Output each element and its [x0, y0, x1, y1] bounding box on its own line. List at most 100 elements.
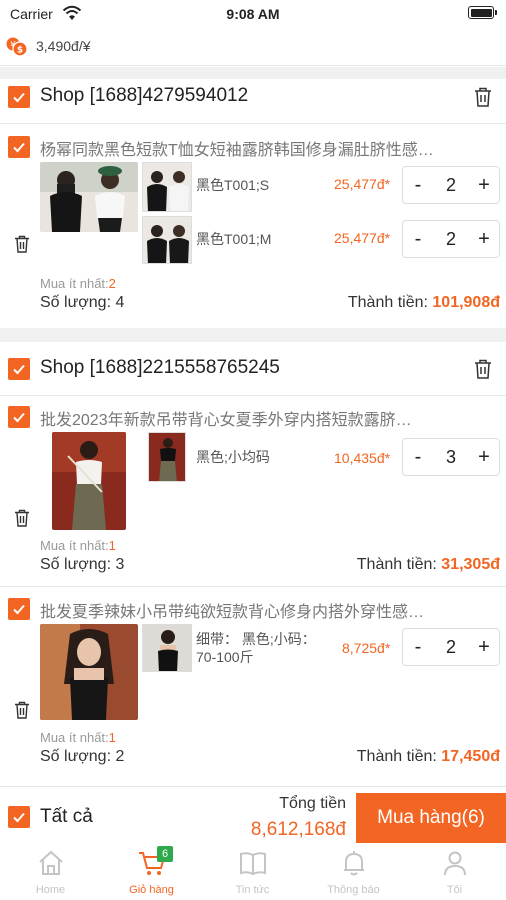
currency-exchange-icon: ¥ $ [6, 37, 28, 57]
variant-photo [143, 217, 191, 263]
shop-checkbox[interactable] [8, 358, 30, 380]
quantity-stepper[interactable]: - 2 + [402, 220, 500, 258]
trash-icon[interactable] [472, 358, 494, 380]
bell-icon [344, 851, 364, 876]
line-total-text: Thành tiền: [356, 556, 437, 573]
tab-home[interactable]: Home [0, 844, 101, 900]
select-all-label[interactable]: Tất cả [40, 806, 93, 828]
product-checkbox[interactable] [8, 598, 30, 620]
min-order-value: 2 [108, 276, 116, 291]
line-total-amount: 101,908đ [432, 294, 500, 311]
line-total-amount: 17,450đ [441, 748, 500, 765]
variant-image[interactable] [142, 216, 192, 264]
increment-button[interactable]: + [469, 636, 499, 659]
min-order-label: Mua ít nhất:2 [40, 276, 116, 291]
variant-image[interactable] [148, 432, 186, 482]
quantity-value[interactable]: 2 [433, 637, 469, 658]
variant-image[interactable] [142, 624, 192, 672]
tab-label: Thông báo [327, 884, 380, 896]
product-title[interactable]: 批发夏季辣妹小吊带纯欲短款背心修身内搭外穿性感… [40, 598, 500, 622]
decrement-button[interactable]: - [403, 228, 433, 251]
quantity-value[interactable]: 2 [433, 175, 469, 196]
quantity-stepper[interactable]: - 3 + [402, 438, 500, 476]
status-bar: Carrier 9:08 AM [0, 0, 506, 28]
product-photo [40, 162, 138, 232]
trash-icon[interactable] [472, 86, 494, 108]
min-order-text: Mua ít nhất: [40, 538, 109, 553]
decrement-button[interactable]: - [403, 446, 433, 469]
variant-name-line: 细带： 黑色;小码： [196, 631, 316, 647]
variant-photo [143, 625, 191, 671]
grand-total-title: Tổng tiền [279, 795, 346, 812]
quantity-value[interactable]: 2 [433, 229, 469, 250]
product-photo [52, 432, 126, 530]
increment-button[interactable]: + [469, 446, 499, 469]
variant-photo [149, 433, 185, 481]
quantity-stepper[interactable]: - 2 + [402, 166, 500, 204]
trash-icon[interactable] [12, 700, 32, 720]
line-total: Thành tiền: 31,305đ [357, 556, 500, 574]
exchange-rate-row: ¥ $ 3,490đ/¥ [0, 30, 506, 66]
cart-count-badge: 6 [157, 846, 173, 862]
trash-icon[interactable] [12, 234, 32, 254]
variant-name: 黑色T001;S [196, 177, 270, 193]
product-photo [40, 624, 138, 720]
shop-header: Shop [1688]4279594012 [0, 70, 506, 124]
min-order-text: Mua ít nhất: [40, 730, 109, 745]
min-order-value: 1 [108, 730, 116, 745]
tab-news[interactable]: Tin tức [202, 844, 303, 900]
decrement-button[interactable]: - [403, 636, 433, 659]
line-total: Thành tiền: 17,450đ [357, 748, 500, 766]
product-title[interactable]: 批发2023年新款吊带背心女夏季外穿内搭短款露脐… [40, 406, 500, 430]
trash-icon[interactable] [12, 508, 32, 528]
home-icon [39, 850, 63, 875]
min-order-value: 1 [108, 538, 116, 553]
product-checkbox[interactable] [8, 136, 30, 158]
decrement-button[interactable]: - [403, 174, 433, 197]
checkout-bar: Tất cả Tổng tiền 8,612,168đ Mua hàng(6) [0, 786, 506, 844]
variant-image[interactable] [142, 162, 192, 212]
quantity-total-label: Số lượng: 2 [40, 748, 125, 765]
line-total: Thành tiền: 101,908đ [348, 294, 500, 312]
min-order-label: Mua ít nhất:1 [40, 538, 116, 553]
user-icon [444, 851, 466, 876]
variant-price: 25,477đ* [334, 230, 391, 246]
variant-name: 黑色;小均码 [196, 449, 270, 465]
tab-bar: Home 6 Giỏ hàng Tin tức Thông báo Tôi [0, 844, 506, 900]
check-icon [13, 142, 25, 153]
check-icon [13, 604, 25, 615]
section-spacer [0, 328, 506, 342]
product-image[interactable] [40, 162, 138, 232]
product-item: 批发2023年新款吊带背心女夏季外穿内搭短款露脐… 黑色;小均码 10,435đ… [0, 404, 506, 584]
select-all-checkbox[interactable] [8, 806, 30, 828]
tab-label: Tin tức [235, 884, 270, 896]
increment-button[interactable]: + [469, 174, 499, 197]
quantity-value[interactable]: 3 [433, 447, 469, 468]
tab-profile[interactable]: Tôi [404, 844, 505, 900]
tab-cart[interactable]: 6 Giỏ hàng [101, 844, 202, 900]
checkout-button[interactable]: Mua hàng(6) [356, 793, 506, 843]
increment-button[interactable]: + [469, 228, 499, 251]
quantity-total-label: Số lượng: 4 [40, 294, 125, 311]
variant-price: 25,477đ* [334, 176, 391, 192]
book-icon [240, 852, 266, 876]
shop-checkbox[interactable] [8, 86, 30, 108]
product-image[interactable] [40, 624, 138, 720]
shop-name: Shop [1688]4279594012 [40, 85, 249, 106]
product-checkbox[interactable] [8, 406, 30, 428]
variant-price: 10,435đ* [334, 450, 391, 466]
check-icon [13, 812, 25, 823]
product-title[interactable]: 杨幂同款黑色短款T恤女短袖露脐韩国修身漏肚脐性感… [40, 136, 500, 160]
line-total-text: Thành tiền: [347, 294, 428, 311]
shop-header: Shop [1688]2215558765245 [0, 342, 506, 396]
exchange-rate: 3,490đ/¥ [36, 38, 91, 54]
variant-name: 细带： 黑色;小码： 70-100斤 [196, 630, 316, 666]
tab-label: Giỏ hàng [129, 884, 174, 896]
min-order-label: Mua ít nhất:1 [40, 730, 116, 745]
check-icon [13, 412, 25, 423]
variant-name: 黑色T001;M [196, 231, 272, 247]
quantity-stepper[interactable]: - 2 + [402, 628, 500, 666]
product-image[interactable] [52, 432, 126, 530]
tab-notifications[interactable]: Thông báo [303, 844, 404, 900]
variant-photo [143, 163, 191, 211]
